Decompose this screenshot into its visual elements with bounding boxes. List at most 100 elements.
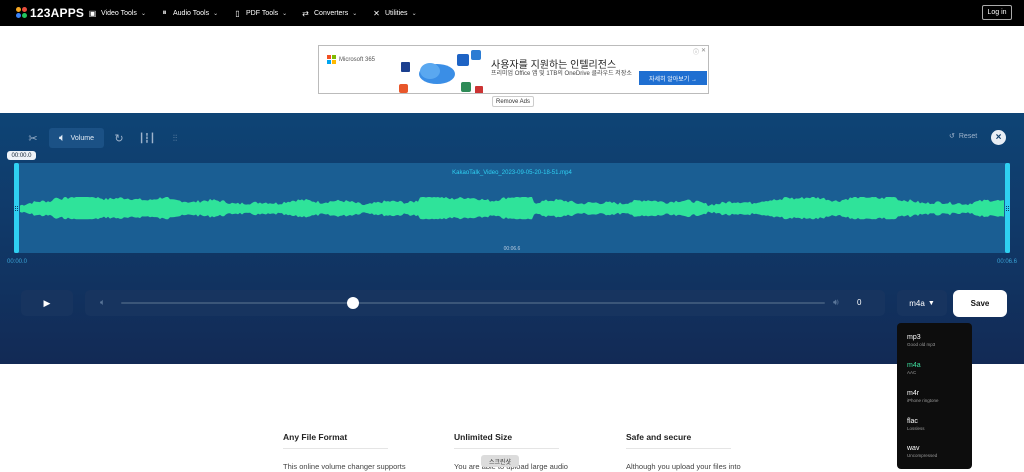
logo-text: 123APPS (30, 6, 85, 20)
start-time-bubble: 00:00.0 (7, 151, 36, 160)
format-option-m4r[interactable]: m4r iPhone ringtone (907, 390, 939, 403)
format-option-name: mp3 (907, 334, 921, 341)
volume-tool-button[interactable]: 🔈︎ Volume (49, 128, 104, 148)
format-option-desc: Good old mp3 (907, 342, 936, 347)
scissors-icon: ✂ (28, 132, 38, 145)
format-option-desc: AAC (907, 370, 917, 375)
equalizer-tool-button[interactable]: ┃┇┃ (138, 128, 156, 148)
ad-brand-label: Microsoft 365 (339, 56, 376, 63)
top-navigation-bar: 123APPS ▣ Video Tools ⌄ ⏸ Audio Tools ⌄ … (0, 0, 1024, 26)
format-option-flac[interactable]: flac Lossless (907, 418, 925, 431)
format-select[interactable]: m4a ▼ (897, 290, 947, 316)
site-logo[interactable]: 123APPS (16, 6, 84, 20)
volume-slider-track[interactable] (121, 302, 825, 304)
feature-any-file-format: Any File Format This online volume chang… (283, 432, 408, 472)
nav-pdf-tools[interactable]: ▯ PDF Tools ⌄ (233, 0, 287, 26)
caret-down-icon: ▼ (927, 299, 935, 307)
format-option-name: m4r (907, 390, 920, 397)
close-icon: × (995, 132, 1002, 143)
sliders-icon: ⫶⫶ (172, 132, 178, 143)
divider (626, 448, 731, 449)
divider (283, 448, 388, 449)
chevron-down-icon: ⌄ (411, 10, 417, 17)
start-time-label: 00:00.0 (7, 259, 28, 265)
format-option-name: m4a (907, 362, 921, 369)
nav-audio-tools[interactable]: ⏸ Audio Tools ⌄ (160, 0, 219, 26)
login-button[interactable]: Log in (982, 5, 1012, 20)
format-option-desc: Lossless (907, 426, 925, 431)
volume-control: 🔈︎ 🔊︎ 0 (85, 290, 885, 316)
chevron-down-icon: ⌄ (352, 10, 358, 17)
microsoft-logo-icon (327, 55, 336, 64)
volume-high-icon: 🔊︎ (833, 297, 839, 307)
ad-banner[interactable]: Microsoft 365 사용자를 지원하는 인텔리전스 프리미엄 Offic… (318, 45, 709, 94)
feature-text: This online volume changer supports all … (283, 462, 406, 471)
close-icon[interactable]: ✕ (701, 47, 706, 56)
trim-start-handle[interactable] (14, 163, 19, 253)
volume-icon: 🔈︎ (59, 131, 66, 144)
format-option-wav[interactable]: wav Uncompressed (907, 445, 937, 458)
ad-cta-button[interactable]: 자세히 알아보기 → (639, 71, 707, 85)
audio-icon: ⏸ (162, 8, 167, 17)
screenshot-tooltip: 스크린샷 (481, 455, 519, 467)
nav-video-tools[interactable]: ▣ Video Tools ⌄ (88, 0, 146, 26)
waveform-shape (20, 197, 1004, 220)
speed-icon: ↻ (114, 132, 124, 145)
format-dropdown: mp3 Good old mp3 m4a AAC m4r iPhone ring… (897, 323, 972, 469)
feature-title: Any File Format (283, 432, 348, 442)
chevron-down-icon: ⌄ (140, 10, 146, 17)
format-option-desc: Uncompressed (907, 453, 938, 458)
reset-button[interactable]: ↺ Reset (949, 132, 978, 141)
nav-label: Video Tools (101, 9, 137, 17)
chevron-down-icon: ⌄ (213, 10, 219, 17)
chevron-down-icon: ⌄ (282, 10, 288, 17)
feature-text: Although you upload your files into our … (626, 462, 741, 471)
feature-title: Unlimited Size (454, 432, 513, 442)
volume-low-icon: 🔈︎ (100, 297, 106, 307)
settings-tool-button[interactable]: ⫶⫶ (166, 128, 184, 148)
save-button[interactable]: Save (953, 290, 1007, 317)
format-option-mp3[interactable]: mp3 Good old mp3 (907, 334, 935, 347)
volume-slider-thumb[interactable] (347, 297, 360, 309)
cut-tool-button[interactable]: ✂ (24, 128, 42, 148)
logo-icon (16, 7, 27, 19)
volume-value: 0 (857, 298, 862, 307)
remove-ads-button[interactable]: Remove Ads (492, 96, 534, 107)
ad-subtitle: 프리미엄 Office 앱 및 1TB의 OneDrive 클라우드 저장소 (491, 71, 632, 77)
feature-title: Safe and secure (626, 432, 692, 442)
reset-icon: ↺ (949, 133, 955, 140)
close-editor-button[interactable]: × (991, 130, 1006, 145)
duration-label: 00:06.6 (503, 246, 521, 252)
format-value: m4a (909, 298, 925, 308)
nav-label: Audio Tools (173, 9, 210, 17)
play-button[interactable]: ▶ (21, 290, 73, 316)
file-name: KakaoTalk_Video_2023-09-05-20-18-51.mp4 (452, 170, 572, 176)
nav-label: Utilities (385, 9, 408, 17)
ad-title: 사용자를 지원하는 인텔리전스 (491, 60, 617, 71)
play-icon: ▶ (43, 297, 51, 308)
nav-label: PDF Tools (246, 9, 279, 17)
converters-icon: ⇄ (302, 8, 309, 18)
ad-brand: Microsoft 365 (327, 55, 375, 64)
nav-utilities[interactable]: ✕ Utilities ⌄ (372, 0, 417, 26)
speed-tool-button[interactable]: ↻ (110, 128, 128, 148)
utilities-icon: ✕ (373, 8, 380, 18)
pdf-icon: ▯ (235, 8, 240, 18)
format-option-desc: iPhone ringtone (907, 398, 939, 403)
trim-end-handle[interactable] (1005, 163, 1010, 253)
format-option-name: flac (907, 418, 918, 425)
divider (454, 448, 559, 449)
volume-tool-label: Volume (70, 134, 94, 142)
end-time-label: 00:06.6 (997, 259, 1018, 265)
ad-info-icon[interactable]: ⓘ (693, 47, 699, 56)
equalizer-icon: ┃┇┃ (138, 132, 156, 143)
format-option-name: wav (907, 445, 920, 452)
format-option-m4a[interactable]: m4a AAC (907, 362, 921, 375)
reset-label: Reset (958, 132, 978, 140)
nav-converters[interactable]: ⇄ Converters ⌄ (301, 0, 357, 26)
audio-editor-panel: ✂ 🔈︎ Volume ↻ ┃┇┃ ⫶⫶ ↺ Reset × KakaoTalk… (0, 113, 1024, 364)
nav-label: Converters (314, 9, 349, 17)
ad-controls[interactable]: ⓘ ✕ (693, 47, 706, 56)
ad-illustration (399, 50, 483, 93)
video-icon: ▣ (88, 8, 97, 18)
